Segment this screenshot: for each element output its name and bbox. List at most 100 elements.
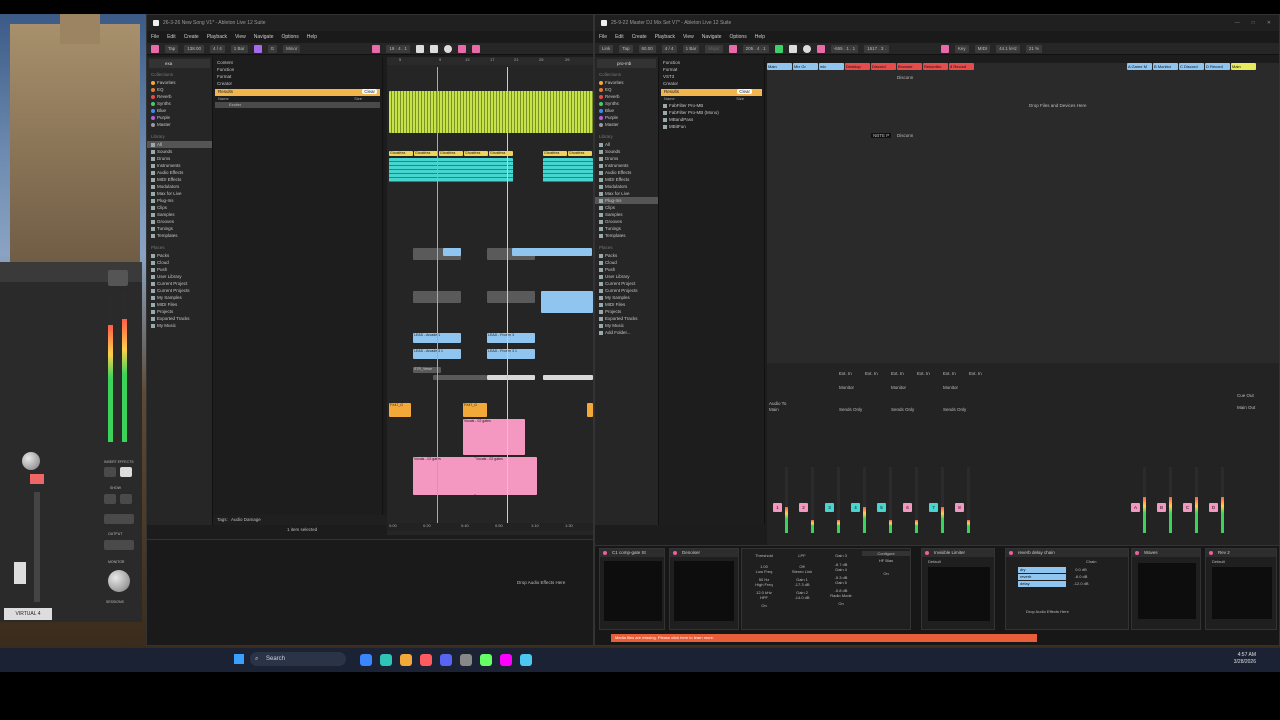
right-collection-2[interactable]: Reverb [595,93,658,100]
ext-in-label-3[interactable]: Ext. In [891,371,904,376]
right-place-11[interactable]: Add Folder... [595,329,658,336]
left-place-0[interactable]: Packs [147,252,212,259]
left-menu-edit[interactable]: Edit [167,34,176,40]
right-midi-button[interactable]: MIDI [974,44,991,53]
return-activator-a[interactable]: A [1131,503,1140,512]
device-c1-comp-header[interactable]: C1 comp-gate St [600,549,664,557]
device-power-icon-5[interactable] [1135,551,1139,555]
nbte-clip-slot[interactable]: NBTE P [871,133,892,138]
right-filter-vst3[interactable]: VST3 [661,73,762,80]
cyan-pad-clip-2[interactable] [543,158,593,182]
main-audio-to-value[interactable]: Main [769,407,779,412]
left-collection-1[interactable]: EQ [147,86,212,93]
ghost-clip-1[interactable]: Ghostfrea [389,151,413,156]
left-automation-arm-icon[interactable] [457,44,466,53]
right-record-button[interactable] [802,44,811,53]
mail-icon[interactable] [520,654,532,666]
close-icon[interactable]: ✕ [1267,15,1271,31]
vocals-clip-2[interactable]: Vocals - 02 gates [413,457,475,495]
sends-only-label-1[interactable]: Sends Only [839,407,862,412]
left-library-0[interactable]: All [147,141,212,148]
right-library-0[interactable]: All [595,141,658,148]
left-library-9[interactable]: Clips [147,204,212,211]
cyan-pad-clip-1[interactable] [389,158,513,182]
left-place-9[interactable]: Exported Tracks [147,315,212,322]
right-result-3[interactable]: MBitFun [659,123,764,130]
right-collection-6[interactable]: Master [595,121,658,128]
right-library-3[interactable]: Instruments [595,162,658,169]
left-place-10[interactable]: My Music [147,322,212,329]
track-header-9[interactable]: B Monitor [1153,63,1178,70]
track-header-3[interactable]: Desktop [845,63,870,70]
right-place-1[interactable]: Cloud [595,259,658,266]
right-size-column[interactable]: Size [736,96,744,101]
left-collection-6[interactable]: Master [147,121,212,128]
track-header-7[interactable]: 8 Record [949,63,974,70]
fx-orange-clip-2[interactable]: FX47_G [463,403,487,417]
device-power-icon-2[interactable] [673,551,677,555]
track-activator-7[interactable]: 7 [929,503,938,512]
param-hpf-value[interactable]: On [750,603,778,608]
ua-show-button-1[interactable] [104,494,116,504]
track-activator-6[interactable]: 6 [903,503,912,512]
track-activator-1[interactable]: 1 [773,503,782,512]
left-result-item[interactable]: Exciter [215,102,380,108]
device-power-icon[interactable] [603,551,607,555]
right-place-7[interactable]: MIDI Files [595,301,658,308]
left-library-11[interactable]: Grooves [147,218,212,225]
left-collection-3[interactable]: Synths [147,100,212,107]
left-record-button[interactable] [443,44,452,53]
right-loop-icon[interactable] [816,44,825,53]
right-place-5[interactable]: Current Projects [595,287,658,294]
right-menu-playback[interactable]: Playback [655,34,675,40]
right-clear-button[interactable]: Clear [737,89,752,94]
ghost-clip-2[interactable]: Ghostfrea [414,151,438,156]
discord-icon[interactable] [440,654,452,666]
right-key-button[interactable]: Key [954,44,969,53]
lead-clip-grey-4[interactable] [487,291,535,303]
left-library-8[interactable]: Plug-Ins [147,197,212,204]
right-library-9[interactable]: Clips [595,204,658,211]
terminal-icon[interactable] [460,654,472,666]
chain-volume-reverb[interactable]: -6.0 dB [1068,574,1094,581]
track-header-8[interactable]: A Game M [1127,63,1152,70]
device-waves[interactable]: Waves [1131,548,1201,630]
store-icon[interactable] [500,654,512,666]
track-header-11[interactable]: D Record [1205,63,1230,70]
rev2-preset-label[interactable]: Default [1212,559,1272,564]
white-bar-clip-1[interactable] [487,375,535,380]
ext-in-label-6[interactable]: Ext. In [969,371,982,376]
right-filter-format[interactable]: Format [661,66,762,73]
maximize-icon[interactable]: □ [1252,15,1255,31]
left-stop-button[interactable] [429,44,438,53]
settings-icon[interactable] [480,654,492,666]
left-size-column[interactable]: Size [354,96,362,101]
minimize-icon[interactable]: — [1235,15,1240,31]
ghost-clip-4[interactable]: Ghostfrea [464,151,488,156]
sends-only-label-3[interactable]: Sends Only [891,407,914,412]
right-collection-1[interactable]: EQ [595,86,658,93]
left-scale-select[interactable]: Minor [283,44,301,53]
vocals-clip-3[interactable]: Vocals - 02 gates [475,457,537,495]
right-quantize-select[interactable]: 1 Bar [682,44,700,53]
left-menu-help[interactable]: Help [307,34,317,40]
left-filter-content[interactable]: Content [215,59,380,66]
left-bar-ruler[interactable]: 5 9 13 17 21 25 29 [387,57,593,65]
right-place-3[interactable]: User Library [595,273,658,280]
start-icon[interactable] [234,654,244,664]
lead-frozen-clip-2[interactable]: LEAD - Frozen 3 1 [487,349,535,359]
left-browser-search[interactable]: exa [149,59,210,68]
right-key-mode-select[interactable]: Major [705,44,723,53]
right-collection-5[interactable]: Purple [595,114,658,121]
taskbar-clock[interactable]: 4:57 AM 3/28/2026 [1234,652,1256,666]
left-loop-marker[interactable] [437,67,438,527]
left-collection-0[interactable]: Favorites [147,79,212,86]
right-link-button[interactable]: Link [599,44,614,53]
chain-volume-delay[interactable]: -12.0 dB [1068,581,1094,588]
left-tap-button[interactable]: Tap [165,44,179,53]
right-library-5[interactable]: MIDI Effects [595,176,658,183]
green-drum-clip[interactable] [389,91,593,133]
right-name-column[interactable]: Name [664,96,675,101]
left-play-button[interactable] [415,44,424,53]
ua-monitor-knob[interactable] [108,570,130,592]
